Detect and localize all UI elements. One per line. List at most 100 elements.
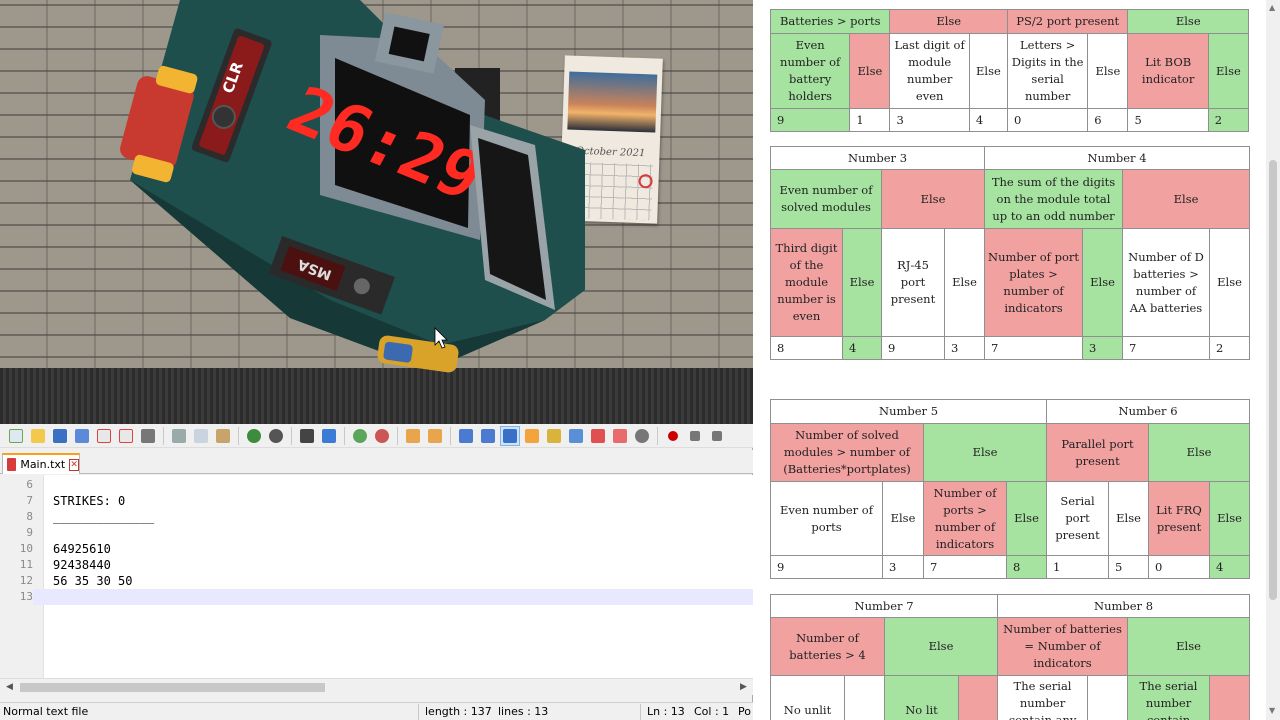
status-position: Po — [738, 705, 751, 718]
new-file-icon[interactable] — [6, 426, 26, 446]
vertical-scrollbar[interactable]: ▲ ▼ — [1266, 0, 1280, 720]
bomb-manual-page[interactable]: Batteries > ports Else PS/2 port present… — [754, 0, 1266, 720]
number-cell: 8 — [1005, 555, 1048, 579]
manual-table-4: Number 7 Number 8 Number of batteries > … — [769, 594, 1251, 720]
condition-cell: Else — [1082, 228, 1124, 337]
sync-vertical-icon[interactable] — [403, 426, 423, 446]
eye-icon[interactable] — [632, 426, 652, 446]
horizontal-scrollbar[interactable]: ◀ ▶ — [0, 678, 753, 695]
play-macro-icon[interactable] — [707, 426, 727, 446]
scroll-up-icon[interactable]: ▲ — [1269, 3, 1275, 12]
number-cell: 2 — [1209, 336, 1251, 360]
tab-main-txt[interactable]: Main.txt ✕ — [2, 453, 80, 474]
stop-macro-icon[interactable] — [685, 426, 705, 446]
number-cell: 3 — [1082, 336, 1124, 360]
number-cell: 1 — [849, 108, 891, 132]
scroll-left-icon[interactable]: ◀ — [6, 682, 13, 692]
record-macro-icon[interactable] — [663, 426, 683, 446]
section-heading: Number 8 — [997, 594, 1251, 618]
section-heading: Number 3 — [769, 146, 986, 170]
zoom-in-icon[interactable] — [350, 426, 370, 446]
scroll-thumb[interactable] — [20, 683, 325, 692]
status-lines: lines : 13 — [498, 705, 549, 718]
number-cell: 0 — [1006, 108, 1089, 132]
sync-horizontal-icon[interactable] — [425, 426, 445, 446]
monitoring-icon[interactable] — [610, 426, 630, 446]
close-icon[interactable] — [94, 426, 114, 446]
paste-icon[interactable] — [213, 426, 233, 446]
condition-cell: The serial number contain any — [997, 675, 1089, 720]
number-cell: 3 — [943, 336, 986, 360]
print-icon[interactable] — [138, 426, 158, 446]
tab-close-icon[interactable]: ✕ — [69, 458, 79, 471]
condition-cell — [844, 675, 885, 720]
condition-cell: Else — [968, 33, 1008, 109]
condition-cell: Letters > Digits in the serial number — [1006, 33, 1089, 109]
find-icon[interactable] — [297, 426, 317, 446]
status-length: length : 137 — [425, 705, 492, 718]
condition-cell: Number of batteries = Number of indicato… — [997, 617, 1129, 676]
text-area[interactable]: 6 7 STRIKES: 0 8 ______________ 9 10 649256… — [0, 475, 753, 678]
folder-workspace-icon[interactable] — [588, 426, 608, 446]
condition-cell: Batteries > ports — [769, 9, 891, 34]
zoom-out-icon[interactable] — [372, 426, 392, 446]
text-line: 11 92438440 — [19, 558, 111, 572]
condition-cell: Else — [882, 481, 924, 556]
text-line: 12 56 35 30 50 — [19, 574, 133, 588]
current-line[interactable]: 13 — [0, 589, 753, 605]
copy-icon[interactable] — [191, 426, 211, 446]
condition-cell: No lit — [884, 675, 959, 720]
open-file-icon[interactable] — [28, 426, 48, 446]
condition-cell: Else — [849, 33, 891, 109]
condition-cell: Else — [1209, 228, 1251, 337]
condition-cell: Lit FRQ present — [1148, 481, 1211, 556]
condition-cell: Else — [1127, 617, 1251, 676]
redo-icon[interactable] — [266, 426, 286, 446]
condition-cell: Even number of battery holders — [769, 33, 851, 109]
text-line: 8 ______________ — [26, 510, 155, 524]
toolbar-separator — [344, 426, 345, 445]
close-all-icon[interactable] — [116, 426, 136, 446]
scroll-thumb[interactable] — [1269, 160, 1277, 600]
bomb[interactable]: CLR 26:29 MSA — [0, 0, 753, 424]
condition-cell: PS/2 port present — [1006, 9, 1129, 34]
replace-icon[interactable] — [319, 426, 339, 446]
condition-cell: Else — [1148, 423, 1251, 482]
number-cell: 9 — [881, 336, 945, 360]
number-cell: 7 — [1122, 336, 1211, 360]
manual-table-3: Number 5 Number 6 Number of solved modul… — [769, 399, 1251, 579]
condition-cell: No unlit — [770, 675, 845, 720]
condition-cell: Else — [1122, 169, 1251, 229]
save-icon[interactable] — [50, 426, 70, 446]
indent-guide-icon[interactable] — [500, 425, 520, 446]
scroll-down-icon[interactable]: ▼ — [1269, 706, 1275, 715]
toolbar-separator — [657, 426, 658, 445]
word-wrap-icon[interactable] — [456, 426, 476, 446]
number-cell: 1 — [1046, 555, 1110, 579]
doc-map-icon[interactable] — [544, 426, 564, 446]
condition-cell — [957, 675, 999, 720]
condition-cell: Number of batteries > 4 — [770, 617, 885, 676]
condition-cell: Number of D batteries > number of AA bat… — [1122, 228, 1211, 337]
toolbar-separator — [397, 426, 398, 445]
condition-cell: Number of port plates > number of indica… — [984, 228, 1084, 337]
condition-cell: Parallel port present — [1046, 423, 1150, 482]
status-column: Col : 1 — [694, 705, 730, 718]
game-scene[interactable]: October 2021 CLR 26:29 MSA — [0, 0, 753, 424]
cut-icon[interactable] — [169, 426, 189, 446]
save-all-icon[interactable] — [72, 426, 92, 446]
editor-toolbar — [0, 424, 753, 448]
scroll-right-icon[interactable]: ▶ — [740, 682, 747, 692]
condition-cell: Else — [922, 423, 1048, 482]
condition-cell: Else — [883, 617, 999, 676]
undo-icon[interactable] — [244, 426, 264, 446]
number-cell: 4 — [842, 336, 882, 360]
number-cell: 7 — [923, 555, 1007, 579]
condition-cell: Else — [1209, 481, 1251, 556]
udl-icon[interactable] — [522, 426, 542, 446]
show-all-chars-icon[interactable] — [478, 426, 498, 446]
condition-cell: Serial port present — [1046, 481, 1110, 556]
condition-cell — [1087, 675, 1129, 720]
number-cell: 4 — [1209, 555, 1251, 579]
function-list-icon[interactable] — [566, 426, 586, 446]
